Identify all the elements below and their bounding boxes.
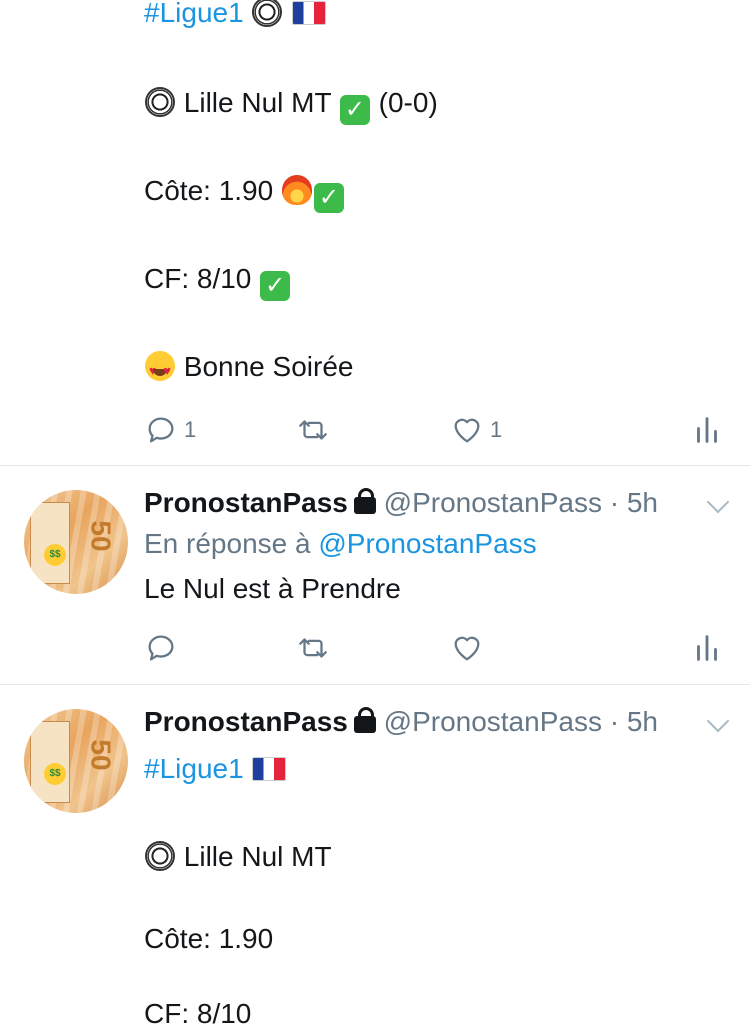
handle[interactable]: @PronostanPass bbox=[384, 706, 602, 737]
tweet-2-actions bbox=[144, 628, 724, 668]
analytics-icon bbox=[697, 417, 717, 443]
tweet-3-match-line: Lille Nul MT bbox=[144, 840, 332, 874]
france-flag-icon bbox=[252, 757, 287, 781]
retweet-button[interactable] bbox=[296, 410, 330, 450]
chevron-down-icon[interactable] bbox=[706, 490, 730, 514]
heart-eyes-emoji-icon bbox=[145, 351, 175, 388]
reply-button[interactable]: 1 bbox=[144, 410, 196, 450]
cf-text: CF: 8/10 bbox=[144, 263, 252, 294]
soiree-text: Bonne Soirée bbox=[183, 351, 354, 382]
check-mark-icon: ✓ bbox=[260, 271, 291, 301]
retweet-icon bbox=[299, 420, 327, 440]
hashtag-link[interactable]: #Ligue1 bbox=[144, 753, 244, 784]
fire-icon bbox=[281, 175, 312, 205]
tweet-1[interactable]: #Ligue1 Lille Nul MT ✓ (0-0) Côte: 1.90 … bbox=[0, 0, 750, 466]
hashtag-link[interactable]: #Ligue1 bbox=[144, 0, 244, 28]
tweet-1-cf-line: CF: 8/10 ✓ bbox=[144, 262, 291, 301]
like-count: 1 bbox=[490, 417, 503, 442]
tweet-3-cf-line-partial: CF: 8/10 bbox=[144, 998, 252, 1029]
reply-count: 1 bbox=[184, 417, 197, 442]
reply-prefix: En réponse à bbox=[144, 528, 311, 559]
analytics-icon bbox=[697, 635, 717, 661]
soccer-ball-icon bbox=[252, 0, 283, 27]
tweet-3-header: PronostanPass @PronostanPass · 5h bbox=[144, 705, 658, 739]
avatar[interactable]: 50 $$ bbox=[24, 709, 128, 813]
tweet-3-cote-line: Côte: 1.90 bbox=[144, 923, 274, 954]
match-text: Lille Nul MT bbox=[183, 841, 332, 872]
tweet-2-header: PronostanPass @PronostanPass · 5h bbox=[144, 486, 658, 520]
retweet-icon bbox=[299, 638, 327, 658]
avatar[interactable]: 50 $$ bbox=[24, 490, 128, 594]
tweet-1-match-line: Lille Nul MT ✓ (0-0) bbox=[144, 86, 438, 125]
timestamp[interactable]: 5h bbox=[627, 487, 658, 518]
separator: · bbox=[609, 706, 620, 737]
chevron-down-icon[interactable] bbox=[706, 709, 730, 733]
check-mark-icon: ✓ bbox=[313, 183, 344, 213]
tweet-1-soiree-line: Bonne Soirée bbox=[144, 350, 354, 388]
tweet-2-text: Le Nul est à Prendre bbox=[144, 573, 401, 604]
france-flag-icon bbox=[292, 1, 327, 25]
handle[interactable]: @PronostanPass bbox=[384, 487, 602, 518]
analytics-button[interactable] bbox=[690, 628, 724, 668]
tweet-2[interactable]: 50 $$ PronostanPass @PronostanPass · 5h E… bbox=[0, 466, 750, 684]
check-mark-icon: ✓ bbox=[339, 95, 370, 125]
reply-icon bbox=[148, 417, 174, 443]
cote-text: Côte: 1.90 bbox=[144, 175, 274, 206]
separator: · bbox=[609, 487, 620, 518]
tweet-3-hashtag-line: #Ligue1 bbox=[144, 752, 287, 786]
like-button[interactable]: 1 bbox=[450, 410, 502, 450]
reply-context: En réponse à @PronostanPass bbox=[144, 527, 537, 561]
tweet-1-actions: 1 1 bbox=[144, 410, 724, 450]
tweet-1-hashtag-line: #Ligue1 bbox=[144, 0, 327, 30]
soccer-ball-icon bbox=[145, 87, 175, 117]
match-text: Lille Nul MT bbox=[183, 87, 332, 118]
match-score: (0-0) bbox=[378, 87, 438, 118]
tweet-3[interactable]: 50 $$ PronostanPass @PronostanPass · 5h #… bbox=[0, 685, 750, 1029]
heart-icon bbox=[454, 636, 480, 661]
tweet-1-cote-line: Côte: 1.90 ✓ bbox=[144, 174, 345, 213]
display-name[interactable]: PronostanPass bbox=[144, 706, 348, 737]
soccer-ball-icon bbox=[145, 841, 175, 871]
timestamp[interactable]: 5h bbox=[627, 706, 658, 737]
reply-button[interactable] bbox=[144, 628, 178, 668]
like-button[interactable] bbox=[450, 628, 484, 668]
analytics-button[interactable] bbox=[690, 410, 724, 450]
lock-icon bbox=[353, 707, 376, 733]
display-name[interactable]: PronostanPass bbox=[144, 487, 348, 518]
reply-icon bbox=[148, 635, 174, 661]
retweet-button[interactable] bbox=[296, 628, 330, 668]
heart-icon bbox=[454, 418, 480, 443]
reply-to-handle[interactable]: @PronostanPass bbox=[318, 528, 536, 559]
lock-icon bbox=[353, 488, 376, 514]
